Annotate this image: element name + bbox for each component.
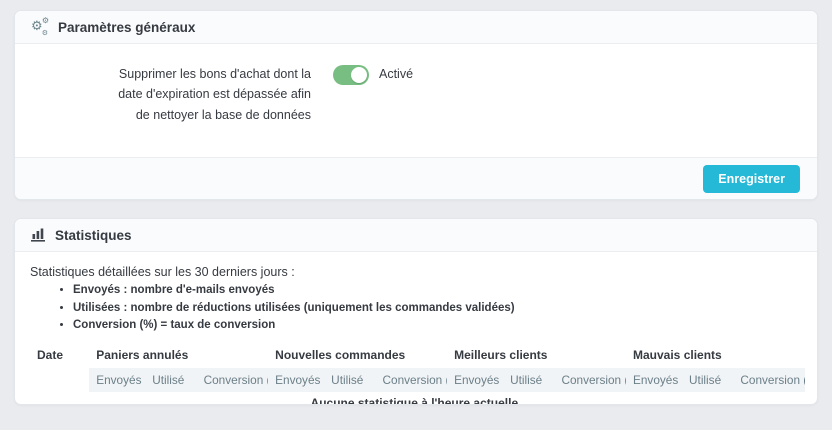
subheader-envoyes-4: Envoyés bbox=[626, 368, 682, 392]
subheader-utilise-1: Utilisé bbox=[145, 368, 196, 392]
legend-item-conversion: Conversion (%) = taux de conversion bbox=[73, 317, 805, 334]
cogs-icon: ⚙⚙⚙ bbox=[31, 19, 49, 36]
toggle-state-label: Activé bbox=[379, 67, 413, 81]
subheader-conversion-1: Conversion (%) bbox=[197, 368, 269, 392]
general-settings-body: Supprimer les bons d'achat dont la date … bbox=[15, 44, 817, 157]
legend-item-utilisees: Utilisées : nombre de réductions utilisé… bbox=[73, 300, 805, 317]
column-group-paniers-annules: Paniers annulés bbox=[89, 345, 268, 368]
subheader-utilise-2: Utilisé bbox=[324, 368, 375, 392]
general-settings-footer: Enregistrer bbox=[15, 157, 817, 200]
column-header-date: Date bbox=[27, 345, 89, 368]
statistics-body: Statistiques détaillées sur les 30 derni… bbox=[15, 252, 817, 405]
subheader-envoyes-2: Envoyés bbox=[268, 368, 324, 392]
subheader-conversion-3: Conversion (%) bbox=[554, 368, 626, 392]
general-settings-panel: ⚙⚙⚙ Paramètres généraux Supprimer les bo… bbox=[14, 10, 818, 200]
table-subheader-row: Envoyés Utilisé Conversion (%) Envoyés U… bbox=[27, 368, 805, 392]
delete-vouchers-label: Supprimer les bons d'achat dont la date … bbox=[103, 64, 311, 125]
stats-intro: Statistiques détaillées sur les 30 derni… bbox=[30, 265, 805, 279]
legend-item-envoyes: Envoyés : nombre d'e-mails envoyés bbox=[73, 282, 805, 299]
subheader-envoyes-3: Envoyés bbox=[447, 368, 503, 392]
stats-legend: Envoyés : nombre d'e-mails envoyés Utili… bbox=[27, 282, 805, 334]
column-group-mauvais-clients: Mauvais clients bbox=[626, 345, 805, 368]
statistics-panel: Statistiques Statistiques détaillées sur… bbox=[14, 218, 818, 405]
subheader-envoyes-1: Envoyés bbox=[89, 368, 145, 392]
delete-vouchers-form-row: Supprimer les bons d'achat dont la date … bbox=[15, 44, 817, 125]
delete-vouchers-toggle[interactable] bbox=[333, 65, 369, 85]
bar-chart-icon bbox=[31, 228, 46, 242]
subheader-conversion-4: Conversion (%) bbox=[733, 368, 805, 392]
empty-state-message: Aucune statistique à l'heure actuelle. bbox=[27, 392, 805, 405]
subheader-utilise-4: Utilisé bbox=[682, 368, 733, 392]
statistics-title: Statistiques bbox=[55, 228, 132, 243]
table-empty-row: Aucune statistique à l'heure actuelle. bbox=[27, 392, 805, 405]
subheader-conversion-2: Conversion (%) bbox=[376, 368, 448, 392]
stats-table: Date Paniers annulés Nouvelles commandes… bbox=[27, 345, 805, 405]
save-button[interactable]: Enregistrer bbox=[703, 165, 800, 193]
general-settings-header: ⚙⚙⚙ Paramètres généraux bbox=[15, 11, 817, 44]
column-group-meilleurs-clients: Meilleurs clients bbox=[447, 345, 626, 368]
column-group-nouvelles-commandes: Nouvelles commandes bbox=[268, 345, 447, 368]
general-settings-title: Paramètres généraux bbox=[58, 20, 195, 35]
subheader-utilise-3: Utilisé bbox=[503, 368, 554, 392]
subheader-spacer bbox=[27, 368, 89, 392]
toggle-knob bbox=[351, 67, 367, 83]
table-group-header-row: Date Paniers annulés Nouvelles commandes… bbox=[27, 345, 805, 368]
statistics-header: Statistiques bbox=[15, 219, 817, 252]
